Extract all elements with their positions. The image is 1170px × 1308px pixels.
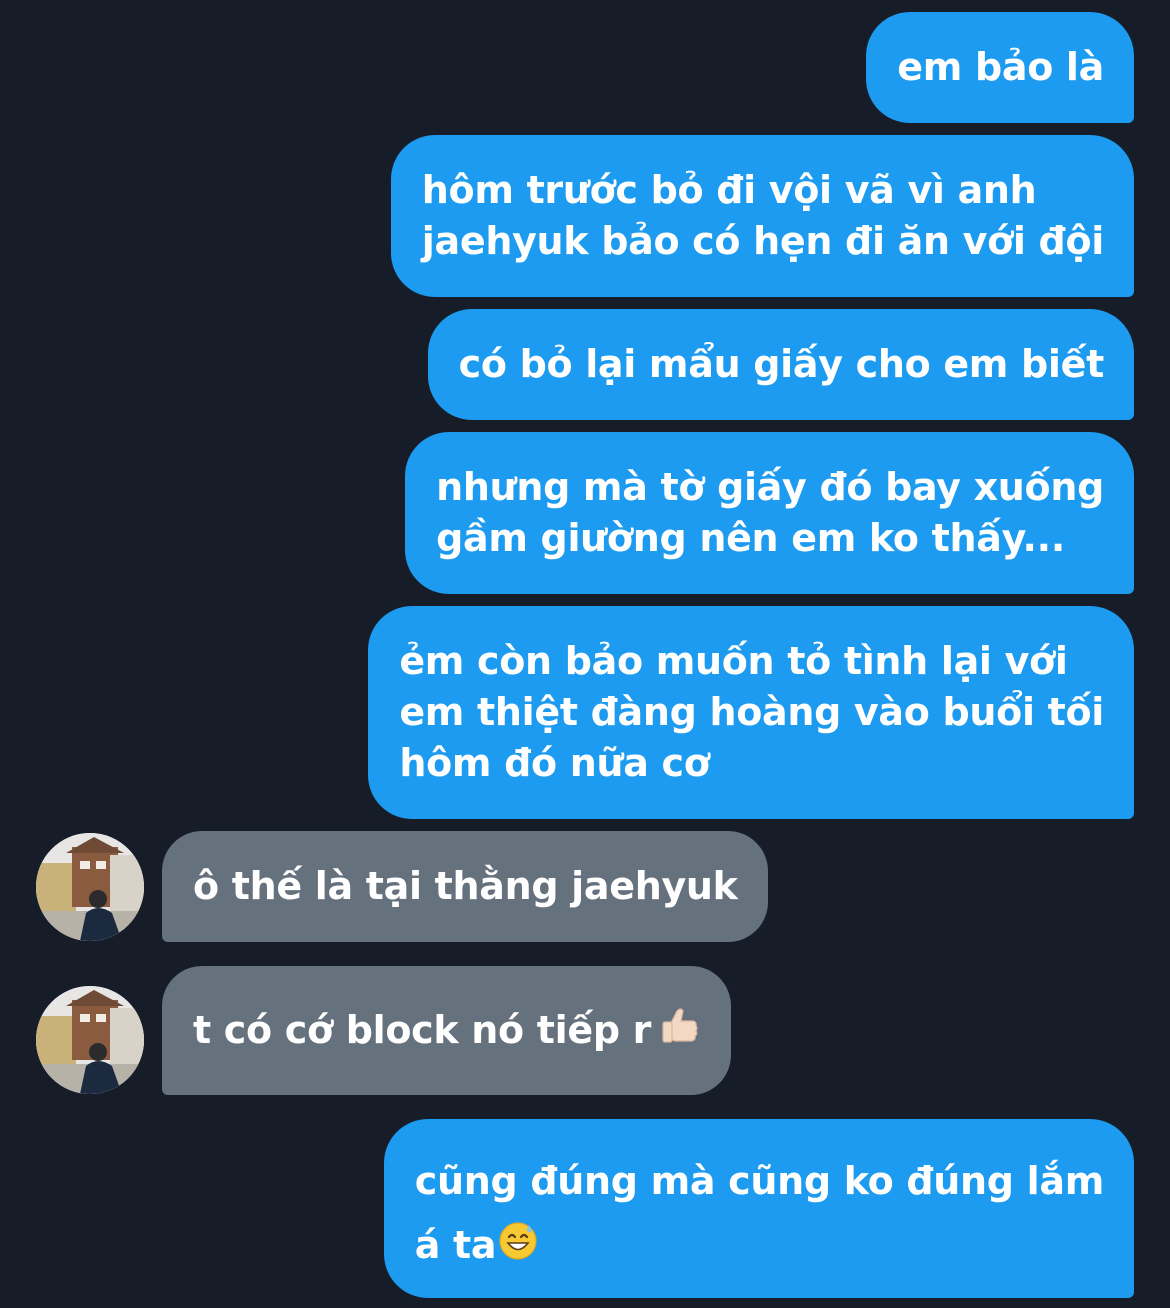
message-bubble-sent[interactable]: nhưng mà tờ giấy đó bay xuống gầm giường… xyxy=(405,432,1134,594)
message-text: có bỏ lại mẩu giấy cho em biết xyxy=(458,342,1105,386)
message-bubble-sent[interactable]: ẻm còn bảo muốn tỏ tình lại với em thiệt… xyxy=(368,606,1134,819)
message-text: ô thế là tại thằng jaehyuk xyxy=(193,864,738,908)
message-text: á ta xyxy=(415,1213,1104,1280)
message-bubble-received[interactable]: t có cớ block nó tiếp r xyxy=(162,966,732,1095)
message-text-content: á ta xyxy=(414,1223,497,1267)
sweat-smile-emoji-icon xyxy=(498,1216,538,1280)
message-bubble-sent[interactable]: em bảo là xyxy=(866,12,1134,123)
message-text: jaehyuk bảo có hẹn đi ăn với đội xyxy=(421,219,1105,263)
message-text: em thiệt đàng hoàng vào buổi tối xyxy=(399,690,1104,734)
message-text: hôm đó nữa cơ xyxy=(399,741,710,785)
profile-photo xyxy=(36,986,144,1094)
message-text: t có cớ block nó tiếp r xyxy=(193,1005,701,1060)
message-text: hôm trước bỏ đi vội vã vì anh xyxy=(421,168,1037,212)
message-text: em bảo là xyxy=(897,45,1104,89)
message-text-content: t có cớ block nó tiếp r xyxy=(193,1008,652,1052)
thumbs-up-emoji-icon xyxy=(659,1005,701,1060)
message-text: ẻm còn bảo muốn tỏ tình lại với xyxy=(399,639,1068,683)
message-bubble-received[interactable]: ô thế là tại thằng jaehyuk xyxy=(162,831,768,942)
avatar[interactable] xyxy=(36,986,144,1094)
profile-photo xyxy=(36,833,144,941)
message-bubble-sent[interactable]: có bỏ lại mẩu giấy cho em biết xyxy=(427,309,1134,420)
message-text: gầm giường nên em ko thấy... xyxy=(436,516,1065,560)
avatar[interactable] xyxy=(36,833,144,941)
message-bubble-sent[interactable]: hôm trước bỏ đi vội vã vì anh jaehyuk bả… xyxy=(390,135,1134,297)
message-text: cũng đúng mà cũng ko đúng lắm xyxy=(414,1159,1105,1203)
message-bubble-sent[interactable]: cũng đúng mà cũng ko đúng lắm á ta xyxy=(383,1119,1134,1298)
message-text: nhưng mà tờ giấy đó bay xuống xyxy=(436,465,1104,509)
